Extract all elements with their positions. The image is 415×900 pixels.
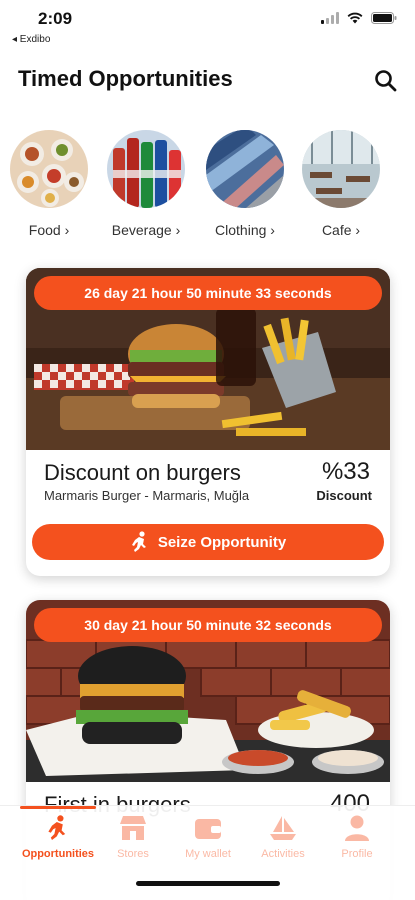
- tab-profile[interactable]: Profile: [317, 812, 397, 860]
- card-body: Discount on burgers Marmaris Burger - Ma…: [26, 450, 390, 576]
- category-list: Food › Beverage › Clothing › Cafe ›: [0, 130, 415, 240]
- beverage-photo: [107, 130, 185, 208]
- search-button[interactable]: [373, 68, 399, 94]
- running-person-icon: [48, 815, 66, 840]
- tab-activities[interactable]: Activities: [243, 812, 323, 860]
- search-icon: [375, 70, 397, 92]
- category-food[interactable]: Food ›: [4, 130, 94, 238]
- wallet-icon: [195, 819, 221, 839]
- category-cafe[interactable]: Cafe ›: [296, 130, 386, 238]
- seize-opportunity-button[interactable]: Seize Opportunity: [32, 524, 384, 560]
- discount-label: Discount: [316, 488, 372, 503]
- deal-store: Marmaris Burger - Marmaris, Muğla: [44, 488, 250, 503]
- deal-image: 26 day 21 hour 50 minute 33 seconds: [26, 268, 390, 450]
- tab-label: Activities: [261, 848, 305, 860]
- tab-label: Opportunities: [21, 848, 95, 860]
- wifi-icon: [347, 12, 363, 24]
- category-beverage[interactable]: Beverage ›: [101, 130, 191, 238]
- deal-image: 30 day 21 hour 50 minute 32 seconds: [26, 600, 390, 782]
- tab-label: Stores: [117, 848, 149, 860]
- battery-icon: [371, 12, 397, 24]
- tab-label: Profile: [341, 848, 373, 860]
- discount-value: %33: [321, 458, 370, 485]
- tab-opportunities[interactable]: Opportunities: [18, 812, 98, 860]
- page-title: Timed Opportunities: [18, 66, 233, 91]
- sailboat-icon: [270, 816, 296, 840]
- status-bar: 2:09 ◂ Exdibo: [0, 0, 415, 52]
- category-label: Beverage ›: [111, 222, 181, 238]
- category-clothing[interactable]: Clothing ›: [200, 130, 290, 238]
- tab-stores[interactable]: Stores: [93, 812, 173, 860]
- signal-icon: [321, 12, 339, 24]
- person-icon: [345, 815, 369, 841]
- clothing-photo: [206, 130, 284, 208]
- store-icon: [120, 816, 146, 840]
- deal-title: Discount on burgers: [44, 460, 241, 485]
- tab-label: My wallet: [185, 848, 231, 860]
- active-tab-indicator: [20, 806, 96, 809]
- countdown-timer: 30 day 21 hour 50 minute 32 seconds: [34, 608, 382, 642]
- back-to-app-link[interactable]: ◂ Exdibo: [12, 34, 50, 45]
- opportunity-card[interactable]: 26 day 21 hour 50 minute 33 seconds Disc…: [26, 268, 390, 576]
- category-label: Food ›: [28, 222, 70, 238]
- countdown-timer: 26 day 21 hour 50 minute 33 seconds: [34, 276, 382, 310]
- home-indicator[interactable]: [136, 881, 280, 886]
- running-person-icon: [131, 531, 146, 552]
- tab-my-wallet[interactable]: My wallet: [168, 812, 248, 860]
- category-label: Cafe ›: [321, 222, 361, 238]
- food-photo: [10, 130, 88, 208]
- category-label: Clothing ›: [215, 222, 275, 238]
- seize-button-label: Seize Opportunity: [157, 533, 287, 551]
- status-icons: [321, 12, 397, 24]
- status-time: 2:09: [38, 9, 73, 28]
- cafe-photo: [302, 130, 380, 208]
